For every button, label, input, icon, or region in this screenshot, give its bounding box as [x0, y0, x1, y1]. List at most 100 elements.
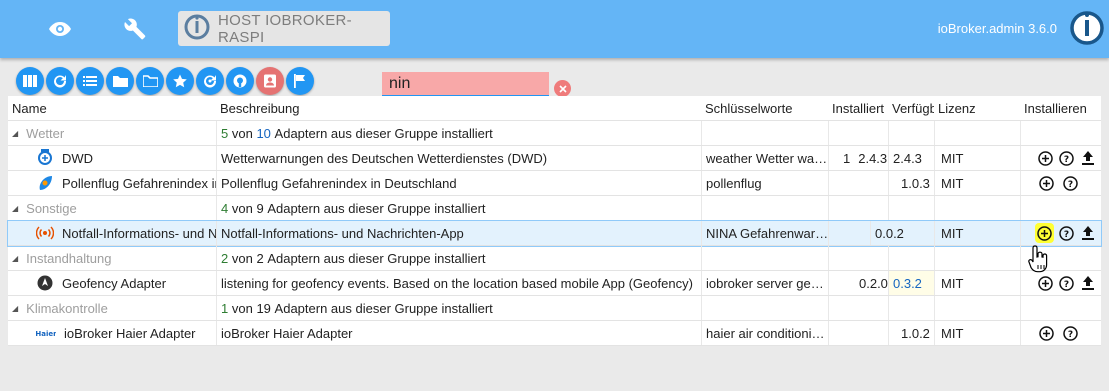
column-header-install[interactable]: Installieren [1020, 96, 1101, 120]
host-button[interactable]: HOST IOBROKER-RASPI [178, 11, 390, 46]
adapter-name: Pollenflug Gefahrenindex in Deutschland [62, 175, 216, 191]
group-row-klimakontrolle[interactable]: ◢ Klimakontrolle 1 von 19 Adaptern aus di… [8, 296, 1101, 321]
group-summary: 4 von 9 Adaptern aus dieser Gruppe insta… [216, 196, 701, 220]
upload-icon[interactable] [1080, 149, 1096, 168]
column-header-installed[interactable]: Installiert [828, 96, 888, 120]
table-header: Name Beschreibung Schlüsselworte Install… [8, 96, 1101, 121]
help-icon[interactable]: ? [1059, 224, 1075, 243]
eye-icon[interactable] [43, 12, 77, 46]
triangle-expand-icon[interactable]: ◢ [12, 129, 18, 138]
adapter-license: MIT [934, 321, 1020, 345]
table-row-dwd[interactable]: DWD Wetterwarnungen des Deutschen Wetter… [8, 146, 1101, 171]
columns-icon[interactable] [16, 67, 44, 95]
adapter-description: listening for geofency events. Based on … [216, 271, 701, 295]
svg-text:?: ? [1064, 155, 1069, 165]
dwd-adapter-icon [36, 149, 54, 167]
adapter-description: Pollenflug Gefahrenindex in Deutschland [216, 171, 701, 195]
adapter-installed: 1 2.4.3 [828, 146, 888, 170]
triangle-expand-icon[interactable]: ◢ [12, 304, 18, 313]
pollenflug-adapter-icon [36, 174, 54, 192]
svg-text:Haier: Haier [36, 330, 56, 338]
adapter-license: MIT [934, 146, 1020, 170]
table-row-nina[interactable]: Notfall-Informations- und Nachrichten-Ap… [7, 220, 1102, 247]
folder-open-icon[interactable] [136, 67, 164, 95]
refresh-icon[interactable] [46, 67, 74, 95]
group-summary: 5 von 10 Adaptern aus dieser Gruppe inst… [216, 121, 701, 145]
upload-icon[interactable] [1080, 274, 1096, 293]
table-row-pollenflug[interactable]: Pollenflug Gefahrenindex in Deutschland … [8, 171, 1101, 196]
help-icon[interactable]: ? [1058, 149, 1074, 168]
adapter-name: ioBroker Haier Adapter [64, 325, 196, 341]
adapter-keywords: weather Wetter wa… [701, 146, 828, 170]
group-row-instandhaltung[interactable]: ◢ Instandhaltung 2 von 2 Adaptern aus die… [8, 246, 1101, 271]
nina-adapter-icon [36, 224, 54, 242]
table-row-geofency[interactable]: Geofency Adapter listening for geofency … [8, 271, 1101, 296]
triangle-expand-icon[interactable]: ◢ [12, 254, 18, 263]
group-row-sonstige[interactable]: ◢ Sonstige 4 von 9 Adaptern aus dieser Gr… [8, 196, 1101, 221]
adapter-license: MIT [934, 221, 1020, 245]
folder-icon[interactable] [106, 67, 134, 95]
group-label: ◢ Wetter [12, 125, 65, 141]
adapter-installed: 0.2.0 [828, 271, 888, 295]
column-header-available[interactable]: Verfügbar [888, 96, 934, 120]
help-icon[interactable]: ? [1058, 274, 1074, 293]
group-summary: 1 von 19 Adaptern aus dieser Gruppe inst… [216, 296, 701, 320]
adapter-name: DWD [62, 150, 94, 166]
top-bar: HOST IOBROKER-RASPI ioBroker.admin 3.6.0 [0, 0, 1109, 58]
svg-text:?: ? [1068, 180, 1073, 190]
group-label: ◢ Sonstige [12, 200, 77, 216]
adapter-installed [828, 171, 888, 195]
adapter-keywords: pollenflug [701, 171, 828, 195]
adapter-description: ioBroker Haier Adapter [216, 321, 701, 345]
triangle-expand-icon[interactable]: ◢ [12, 204, 18, 213]
adapter-available: 0.0.2 [870, 221, 916, 245]
svg-text:?: ? [1064, 280, 1069, 290]
add-instance-icon[interactable] [1037, 324, 1056, 343]
adapter-license: MIT [934, 271, 1020, 295]
help-icon[interactable]: ? [1061, 174, 1080, 193]
list-icon[interactable] [76, 67, 104, 95]
host-label: HOST IOBROKER-RASPI [218, 11, 352, 46]
help-icon[interactable]: ? [1061, 324, 1080, 343]
version-label: ioBroker.admin 3.6.0 [937, 21, 1057, 36]
column-header-description[interactable]: Beschreibung [216, 96, 701, 120]
search-input[interactable]: nin [382, 72, 549, 97]
iobroker-logo-icon [1069, 10, 1105, 49]
svg-text:?: ? [1068, 330, 1073, 340]
group-row-wetter[interactable]: ◢ Wetter 5 von 10 Adaptern aus dieser Gru… [8, 121, 1101, 146]
adapter-table: Name Beschreibung Schlüsselworte Install… [7, 96, 1102, 346]
clear-search-icon[interactable] [554, 80, 571, 97]
adapter-available: 0.3.2 [888, 271, 934, 295]
star-icon[interactable] [166, 67, 194, 95]
adapter-description: Wetterwarnungen des Deutschen Wetterdien… [216, 146, 701, 170]
group-label: ◢ Klimakontrolle [12, 300, 108, 316]
adapter-keywords: haier air conditioni… [701, 321, 828, 345]
column-header-name[interactable]: Name [8, 96, 216, 120]
contact-icon[interactable] [256, 67, 284, 95]
upload-icon[interactable] [1080, 224, 1096, 243]
adapter-license: MIT [934, 171, 1020, 195]
adapter-name: Geofency Adapter [62, 275, 167, 291]
iobroker-logo-icon [184, 14, 210, 43]
adapter-available: 1.0.2 [888, 321, 934, 345]
update-icon[interactable] [196, 67, 224, 95]
hand-cursor-icon [1028, 244, 1050, 277]
flag-icon[interactable] [286, 67, 314, 95]
adapter-keywords: iobroker server ge… [701, 271, 828, 295]
add-instance-icon[interactable] [1035, 223, 1054, 243]
github-icon[interactable] [226, 67, 254, 95]
group-summary: 2 von 2 Adaptern aus dieser Gruppe insta… [216, 246, 701, 270]
column-header-license[interactable]: Lizenz [934, 96, 1020, 120]
wrench-icon[interactable] [119, 12, 153, 46]
adapter-installed [828, 321, 888, 345]
column-header-keywords[interactable]: Schlüsselworte [701, 96, 828, 120]
adapter-description: Notfall-Informations- und Nachrichten-Ap… [216, 221, 701, 245]
adapter-name: Notfall-Informations- und Nachrichten-Ap… [62, 225, 216, 241]
group-label: ◢ Instandhaltung [12, 250, 112, 266]
table-row-haier[interactable]: Haier ioBroker Haier Adapter ioBroker Ha… [8, 321, 1101, 346]
adapter-keywords: NINA Gefahrenwar… [701, 221, 828, 245]
haier-adapter-icon: Haier [36, 324, 56, 342]
svg-text:?: ? [1064, 230, 1069, 240]
add-instance-icon[interactable] [1037, 149, 1053, 168]
add-instance-icon[interactable] [1037, 174, 1056, 193]
